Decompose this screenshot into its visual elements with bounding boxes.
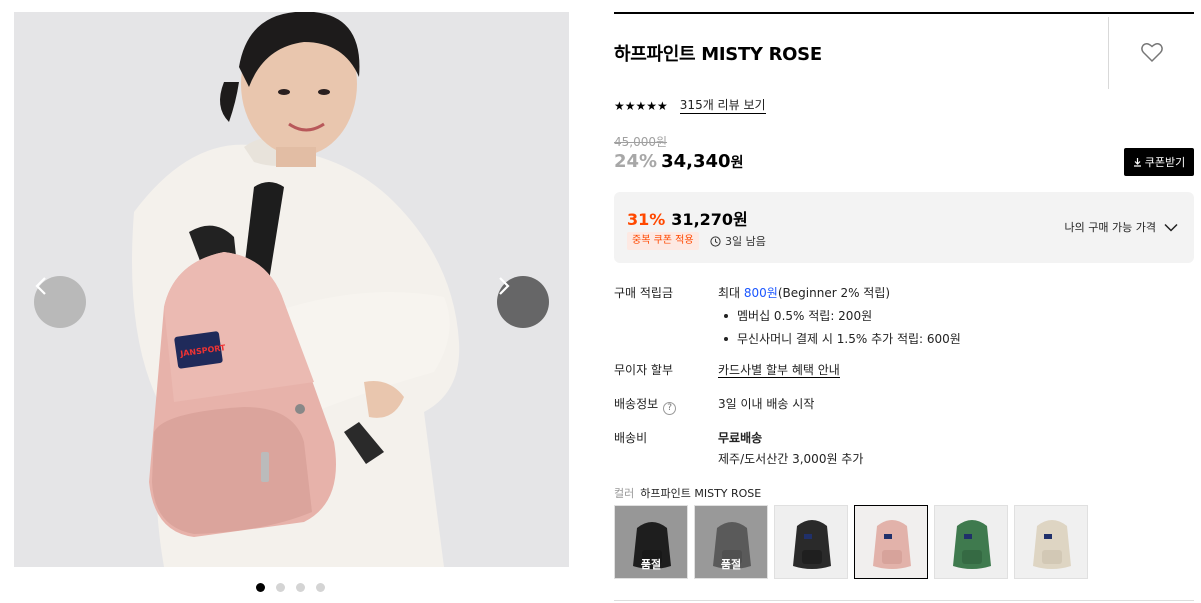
color-swatch[interactable] — [1014, 505, 1088, 579]
color-swatch[interactable]: 품절 — [694, 505, 768, 579]
color-option-label: 컬러 하프파인트 MISTY ROSE — [614, 485, 761, 501]
sold-out-label: 품절 — [640, 558, 662, 571]
shipping-fee-label: 배송비 — [614, 431, 648, 445]
remaining-time-text: 3일 남음 — [725, 235, 766, 248]
shipping-info-label-wrap: 배송정보? — [614, 395, 714, 415]
points-label: 구매 적립금 — [614, 286, 674, 300]
reviews-link[interactable]: 315개 리뷰 보기 — [679, 98, 766, 114]
rating-row: ★★★★★ 315개 리뷰 보기 — [614, 98, 766, 114]
color-swatch[interactable] — [934, 505, 1008, 579]
my-price-label: 나의 구매 가능 가격 — [1064, 221, 1156, 234]
backpack-thumbnail — [1015, 506, 1087, 578]
shipping-fee-extra: 제주/도서산간 3,000원 추가 — [718, 452, 864, 466]
original-price: 45,000원 — [614, 135, 668, 149]
get-coupon-button[interactable]: 쿠폰받기 — [1124, 148, 1194, 176]
color-swatch-list: 품절 품절 — [614, 505, 1088, 579]
prev-image-button[interactable] — [34, 276, 86, 328]
product-image-gallery[interactable]: JANSPORT — [14, 12, 569, 567]
option-select-border — [614, 600, 1194, 601]
installment-link[interactable]: 카드사별 할부 혜택 안내 — [718, 363, 840, 378]
chevron-left-icon — [35, 277, 46, 295]
color-swatch-selected[interactable] — [854, 505, 928, 579]
points-bullet: 무신사머니 결제 시 1.5% 추가 적립: 600원 — [724, 330, 1188, 347]
price-unit: 원 — [730, 155, 744, 171]
my-price-box: 31% 31,270원 중복 쿠폰 적용 3일 남음 나의 구매 가능 가격 — [614, 192, 1194, 263]
remaining-time: 3일 남음 — [710, 233, 766, 249]
get-coupon-label: 쿠폰받기 — [1144, 156, 1186, 169]
gallery-dot[interactable] — [256, 583, 265, 592]
download-icon — [1133, 158, 1141, 167]
star-rating-icon: ★★★★★ — [614, 99, 668, 113]
price-row: 24% 34,340 원 — [614, 151, 743, 172]
help-icon[interactable]: ? — [663, 401, 677, 415]
shipping-info-label: 배송정보 — [614, 397, 659, 411]
my-discount-rate: 31% — [627, 210, 666, 229]
color-swatch[interactable]: 품절 — [614, 505, 688, 579]
clock-icon — [710, 235, 721, 247]
product-photo: JANSPORT — [14, 12, 569, 567]
coupon-stack-badge: 중복 쿠폰 적용 — [627, 232, 699, 250]
gallery-pagination — [256, 583, 325, 592]
title-divider — [1108, 17, 1109, 89]
chevron-down-icon — [1164, 223, 1178, 232]
gallery-dot[interactable] — [276, 583, 285, 592]
points-prefix: 최대 — [718, 286, 744, 300]
installment-label: 무이자 할부 — [614, 363, 674, 377]
color-label: 컬러 — [614, 487, 635, 500]
like-button[interactable] — [1140, 40, 1164, 64]
heart-outline-icon — [1141, 43, 1163, 63]
points-bullet: 멤버십 0.5% 적립: 200원 — [724, 307, 1188, 324]
chevron-right-icon — [499, 277, 510, 295]
backpack-thumbnail — [855, 506, 927, 578]
my-price-toggle[interactable]: 나의 구매 가능 가격 — [1065, 219, 1178, 235]
backpack-thumbnail — [775, 506, 847, 578]
product-info-panel: 하프파인트 MISTY ROSE ★★★★★ 315개 리뷰 보기 45,000… — [614, 12, 1194, 601]
top-divider — [614, 12, 1194, 14]
shipping-info-value: 3일 이내 배송 시작 — [718, 397, 815, 411]
color-swatch[interactable] — [774, 505, 848, 579]
points-amount: 800원 — [743, 286, 778, 300]
next-image-button[interactable] — [497, 276, 549, 328]
sold-out-label: 품절 — [720, 558, 742, 571]
selected-color-name: 하프파인트 MISTY ROSE — [640, 487, 762, 500]
shipping-fee-value: 무료배송 — [718, 431, 763, 445]
my-price: 31,270원 — [671, 210, 748, 229]
points-suffix: (Beginner 2% 적립) — [777, 286, 891, 300]
gallery-dot[interactable] — [296, 583, 305, 592]
gallery-dot[interactable] — [316, 583, 325, 592]
product-title: 하프파인트 MISTY ROSE — [614, 44, 822, 65]
backpack-thumbnail — [935, 506, 1007, 578]
discount-rate: 24% — [614, 151, 658, 172]
sale-price: 34,340 — [661, 151, 731, 172]
